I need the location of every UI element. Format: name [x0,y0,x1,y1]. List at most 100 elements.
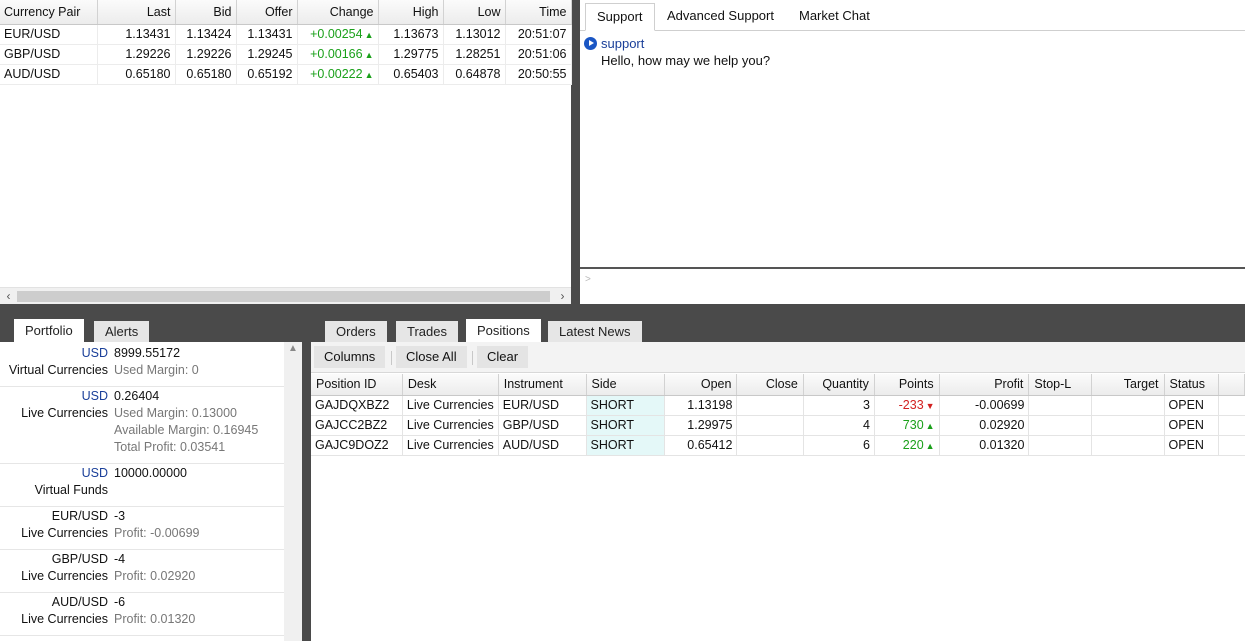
quote-row[interactable]: AUD/USD 0.65180 0.65180 0.65192 +0.00222 ▲ 0.6… [0,64,572,85]
portfolio-item-category: Live Currencies [21,612,108,626]
col-header-open[interactable]: Open [664,374,738,396]
col-header-time[interactable]: Time [505,0,572,25]
col-header-stop-loss[interactable]: Stop-L [1028,374,1093,396]
tab-orders[interactable]: Orders [325,321,387,343]
portfolio-item[interactable]: GBP/USD -4 Live Currencies Profit: 0.02920 [0,551,284,593]
portfolio-item-detail: Used Margin: 0 [114,363,199,377]
position-cell-open: 0.65412 [664,435,738,456]
portfolio-item[interactable]: USD 10000.00000 Virtual Funds [0,465,284,507]
position-cell-side: SHORT [586,395,665,416]
chat-input[interactable]: > [580,267,1245,304]
position-cell-stop [1028,395,1093,416]
scroll-left-icon[interactable]: ‹ [0,288,17,305]
tab-trades[interactable]: Trades [396,321,458,343]
quote-cell-pair: GBP/USD [0,44,98,65]
position-row[interactable]: GAJDQXBZ2 Live Currencies EUR/USD SHORT 1.13… [311,395,1245,416]
portfolio-item[interactable]: USD 8999.55172 Virtual Currencies Used Marg… [0,345,284,387]
vertical-scrollbar[interactable]: ▲ [284,342,302,641]
col-header-low[interactable]: Low [443,0,506,25]
quote-row[interactable]: EUR/USD 1.13431 1.13424 1.13431 +0.00254 ▲ 1.1… [0,24,572,45]
tab-positions[interactable]: Positions [466,319,541,343]
tab-market-chat[interactable]: Market Chat [788,3,881,31]
position-cell-target [1091,395,1165,416]
tab-alerts[interactable]: Alerts [94,321,150,343]
position-cell-desk: Live Currencies [402,435,499,456]
change-value: +0.00254 [310,27,363,41]
portfolio-item-value: 0.26404 [114,389,160,403]
portfolio-item-category: Virtual Funds [34,483,108,497]
quote-cell-change: +0.00254 ▲ [297,24,379,45]
position-cell-profit: 0.02920 [939,415,1030,436]
chat-author: support [601,36,645,51]
col-header-desk[interactable]: Desk [402,374,499,396]
portfolio-item-category: Live Currencies [21,526,108,540]
position-cell-close [736,435,804,456]
quote-cell-bid: 0.65180 [175,64,237,85]
portfolio-item-key: USD [81,466,108,480]
col-header-target[interactable]: Target [1091,374,1165,396]
triangle-up-icon: ▲ [925,441,935,451]
col-header-side[interactable]: Side [586,374,665,396]
chat-input-prompt: > [585,274,591,285]
col-header-instrument[interactable]: Instrument [498,374,587,396]
position-row[interactable]: GAJCC2BZ2 Live Currencies GBP/USD SHORT 1.29… [311,415,1245,436]
position-row[interactable]: GAJC9DOZ2 Live Currencies AUD/USD SHORT 0.65… [311,435,1245,456]
clear-button[interactable]: Clear [477,346,529,368]
quote-cell-offer: 1.13431 [236,24,298,45]
portfolio-item-key: AUD/USD [51,595,108,609]
col-header-offer[interactable]: Offer [236,0,298,25]
scroll-right-icon[interactable]: › [554,288,571,305]
quote-cell-low: 1.28251 [443,44,506,65]
position-cell-desk: Live Currencies [402,395,499,416]
col-header-profit[interactable]: Profit [939,374,1030,396]
position-cell-profit: 0.01320 [939,435,1030,456]
quote-cell-change: +0.00166 ▲ [297,44,379,65]
portfolio-item-category: Live Currencies [21,569,108,583]
scroll-up-icon[interactable]: ▲ [284,342,302,356]
portfolio-item-detail: Available Margin: 0.16945 [114,423,259,437]
portfolio-item[interactable]: AUD/USD -6 Live Currencies Profit: 0.01320 [0,594,284,636]
portfolio-item[interactable]: USD 0.26404 Live Currencies Used Margin: 0.… [0,388,284,464]
tab-portfolio[interactable]: Portfolio [14,319,84,343]
portfolio-item-detail: Used Margin: 0.13000 [114,406,237,420]
toolbar-separator [472,351,473,365]
position-cell-points: -233 ▼ [874,395,940,416]
quote-cell-pair: AUD/USD [0,64,98,85]
play-circle-icon [584,37,597,50]
col-header-currency-pair[interactable]: Currency Pair [0,0,98,25]
horizontal-scrollbar[interactable]: ‹ › [0,287,571,304]
triangle-up-icon: ▲ [364,30,374,40]
position-cell-filler [1218,395,1245,416]
quote-cell-last: 0.65180 [97,64,176,85]
quote-cell-offer: 1.29245 [236,44,298,65]
quote-cell-low: 1.13012 [443,24,506,45]
tab-latest-news[interactable]: Latest News [548,321,642,343]
col-header-quantity[interactable]: Quantity [803,374,875,396]
position-cell-quantity: 3 [803,395,875,416]
quote-cell-high: 1.29775 [378,44,444,65]
points-value: 220 [902,438,924,452]
quote-row[interactable]: GBP/USD 1.29226 1.29226 1.29245 +0.00166 ▲ 1.2… [0,44,572,65]
tab-support[interactable]: Support [585,3,655,31]
col-header-position-id[interactable]: Position ID [311,374,403,396]
triangle-up-icon: ▲ [925,421,935,431]
position-cell-instrument: AUD/USD [498,435,587,456]
col-header-points[interactable]: Points [874,374,940,396]
col-header-filler [1218,374,1245,396]
tab-advanced-support[interactable]: Advanced Support [656,3,785,31]
col-header-high[interactable]: High [378,0,444,25]
col-header-last[interactable]: Last [97,0,176,25]
col-header-bid[interactable]: Bid [175,0,237,25]
portfolio-item[interactable]: EUR/USD -3 Live Currencies Profit: -0.00699 [0,508,284,550]
close-all-button[interactable]: Close All [396,346,467,368]
scrollbar-thumb[interactable] [17,291,550,302]
triangle-up-icon: ▲ [364,50,374,60]
col-header-close[interactable]: Close [736,374,804,396]
quote-cell-change: +0.00222 ▲ [297,64,379,85]
quote-cell-time: 20:51:06 [505,44,572,65]
portfolio-item-category: Virtual Currencies [8,363,108,377]
position-cell-quantity: 6 [803,435,875,456]
col-header-status[interactable]: Status [1164,374,1219,396]
columns-button[interactable]: Columns [314,346,386,368]
col-header-change[interactable]: Change [297,0,379,25]
